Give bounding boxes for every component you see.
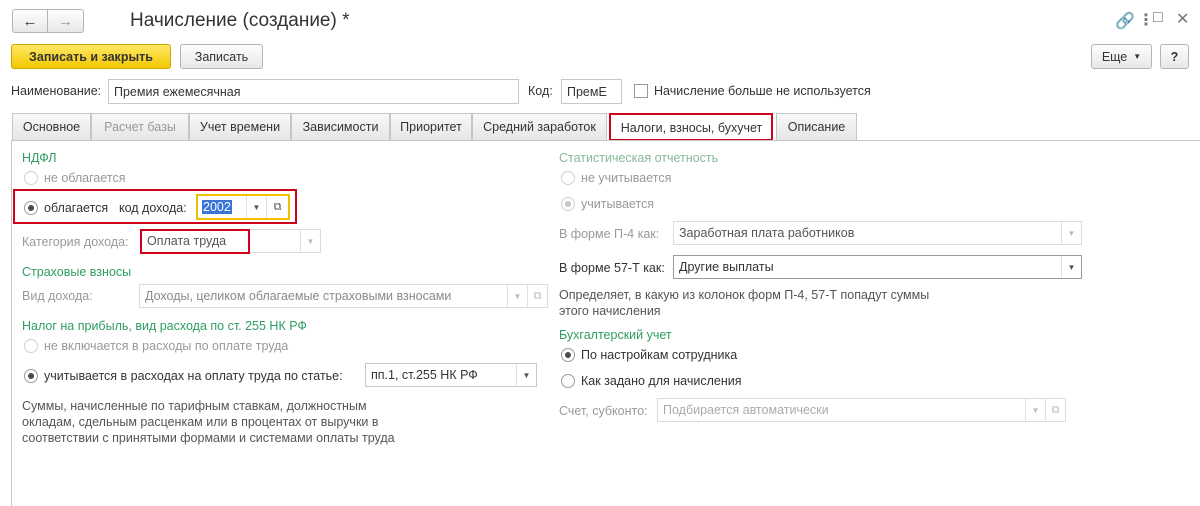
insurance-income-type-field[interactable]: Доходы, целиком облагаемые страховыми вз…	[139, 284, 548, 308]
account-field[interactable]: Подбирается автоматически ▼ ⧉	[657, 398, 1066, 422]
profit-tax-note-line: соответствии с принятыми формами и систе…	[22, 431, 395, 445]
tab-time-accounting[interactable]: Учет времени	[189, 113, 291, 140]
arrow-left-icon: ←	[22, 12, 38, 30]
help-button[interactable]: ?	[1160, 44, 1189, 69]
chevron-down-icon[interactable]: ▼	[300, 230, 320, 252]
back-button[interactable]: ←	[12, 9, 48, 33]
forward-button[interactable]: →	[47, 9, 84, 33]
income-category-label: Категория дохода:	[22, 235, 129, 249]
stat-counted-label: учитывается	[581, 197, 655, 211]
accounting-by-employee-label: По настройкам сотрудника	[581, 348, 738, 362]
profit-not-included-radio[interactable]	[24, 339, 38, 353]
tab-base-calculation[interactable]: Расчет базы	[91, 113, 189, 140]
p4-value: Заработная плата работников	[679, 226, 855, 240]
unused-checkbox[interactable]	[634, 84, 648, 98]
stat-note-line: Определяет, в какую из колонок форм П-4,…	[559, 288, 930, 302]
open-icon[interactable]: ⧉	[1045, 399, 1065, 421]
tab-dependencies[interactable]: Зависимости	[291, 113, 390, 140]
code-field[interactable]: ПремЕ	[561, 79, 622, 104]
ndfl-taxed-highlight	[13, 189, 297, 224]
profit-article-field[interactable]: пп.1, ст.255 НК РФ ▼	[365, 363, 537, 387]
accounting-by-accrual-radio[interactable]	[561, 374, 575, 388]
account-label: Счет, субконто:	[559, 404, 648, 418]
chevron-down-icon[interactable]: ▼	[507, 285, 527, 307]
chevron-down-icon[interactable]: ▼	[1061, 256, 1081, 278]
arrow-right-icon: →	[58, 12, 73, 30]
income-category-highlight	[140, 229, 250, 254]
profit-article-value: пп.1, ст.255 НК РФ	[371, 368, 478, 382]
stat-not-counted-radio[interactable]	[561, 171, 575, 185]
profit-included-radio[interactable]	[24, 369, 38, 383]
stat-section-title: Статистическая отчетность	[559, 151, 719, 165]
close-icon[interactable]: ✕	[1176, 9, 1189, 29]
maximize-icon[interactable]: □	[1153, 9, 1163, 27]
chevron-down-icon[interactable]: ▼	[1025, 399, 1045, 421]
t57-field[interactable]: Другие выплаты ▼	[673, 255, 1082, 279]
stat-note: Определяет, в какую из колонок форм П-4,…	[559, 287, 929, 319]
tab-taxes-highlight	[609, 113, 773, 141]
accounting-section-title: Бухгалтерский учет	[559, 328, 672, 342]
insurance-income-type-value: Доходы, целиком облагаемые страховыми вз…	[145, 289, 452, 303]
profit-tax-section-title: Налог на прибыль, вид расхода по ст. 255…	[22, 319, 307, 333]
t57-value: Другие выплаты	[679, 260, 774, 274]
more-vertical-icon[interactable]: ⋮	[1138, 10, 1154, 30]
account-placeholder: Подбирается автоматически	[663, 403, 829, 417]
more-button[interactable]: Еще ▼	[1091, 44, 1152, 69]
t57-label: В форме 57-Т как:	[559, 261, 665, 275]
chevron-down-icon[interactable]: ▼	[516, 364, 536, 386]
save-and-close-button[interactable]: Записать и закрыть	[11, 44, 171, 69]
tab-description[interactable]: Описание	[776, 113, 857, 140]
stat-not-counted-label: не учитывается	[581, 171, 672, 185]
tab-average-earnings[interactable]: Средний заработок	[472, 113, 607, 140]
profit-tax-note-line: окладам, сдельным расценкам или в процен…	[22, 415, 379, 429]
profit-included-label: учитывается в расходах на оплату труда п…	[44, 369, 343, 383]
profit-tax-note-line: Суммы, начисленные по тарифным ставкам, …	[22, 399, 367, 413]
ndfl-not-taxed-radio[interactable]	[24, 171, 38, 185]
profit-tax-note: Суммы, начисленные по тарифным ставкам, …	[22, 398, 395, 446]
ndfl-section-title: НДФЛ	[22, 151, 57, 165]
tab-main[interactable]: Основное	[12, 113, 91, 140]
accounting-by-accrual-label: Как задано для начисления	[581, 374, 742, 388]
chevron-down-icon: ▼	[1133, 52, 1142, 61]
p4-label: В форме П-4 как:	[559, 227, 660, 241]
link-icon[interactable]: 🔗	[1115, 11, 1135, 31]
profit-not-included-label: не включается в расходы по оплате труда	[44, 339, 289, 353]
save-button[interactable]: Записать	[180, 44, 263, 69]
unused-checkbox-label: Начисление больше не используется	[654, 84, 871, 98]
stat-counted-radio[interactable]	[561, 197, 575, 211]
code-label: Код:	[528, 84, 553, 98]
p4-field[interactable]: Заработная плата работников ▼	[673, 221, 1082, 245]
insurance-income-type-label: Вид дохода:	[22, 289, 93, 303]
more-label: Еще	[1101, 49, 1128, 64]
name-label: Наименование:	[11, 84, 102, 98]
accounting-by-employee-radio[interactable]	[561, 348, 575, 362]
ndfl-not-taxed-label: не облагается	[44, 171, 126, 185]
name-field[interactable]: Премия ежемесячная	[108, 79, 519, 104]
window-title: Начисление (создание) *	[130, 10, 350, 31]
chevron-down-icon[interactable]: ▼	[1061, 222, 1081, 244]
insurance-section-title: Страховые взносы	[22, 265, 132, 279]
stat-note-line: этого начисления	[559, 304, 661, 318]
open-icon[interactable]: ⧉	[527, 285, 547, 307]
tab-priority[interactable]: Приоритет	[390, 113, 472, 140]
